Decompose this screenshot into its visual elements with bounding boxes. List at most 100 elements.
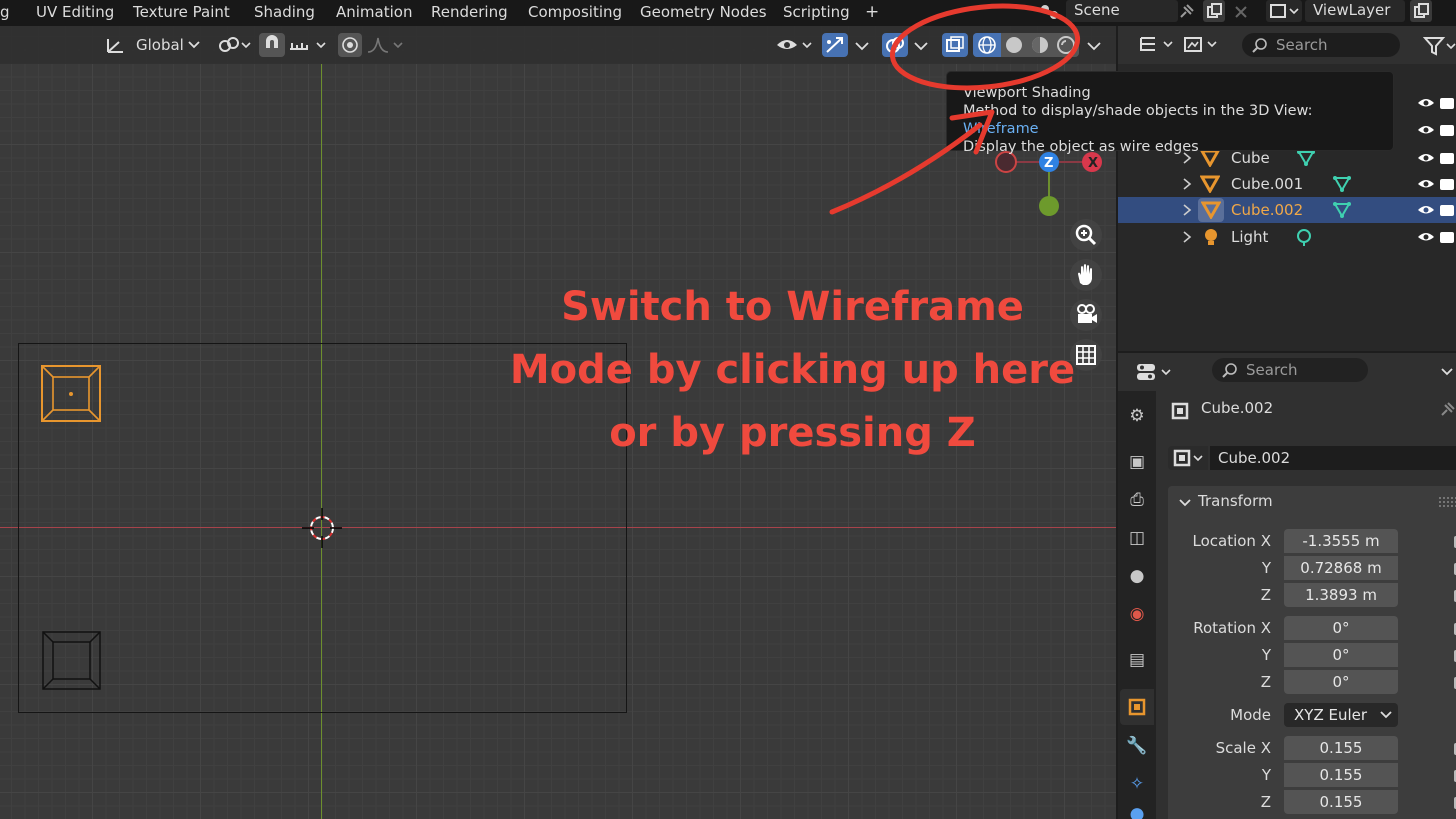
snap-toggle[interactable] <box>259 33 285 57</box>
annotation-overlay <box>829 3 1081 215</box>
properties-search-input[interactable]: Search <box>1212 358 1368 382</box>
location-z-field[interactable]: 1.3893 m <box>1284 583 1398 607</box>
expand-chevron-icon[interactable] <box>1180 230 1194 244</box>
object-name-value: Cube.002 <box>1218 449 1291 467</box>
tab-compositing[interactable]: Compositing <box>528 3 622 21</box>
chevron-down-icon <box>1380 711 1392 719</box>
outliner-header: Search <box>1118 26 1456 64</box>
tab-uv-editing[interactable]: UV Editing <box>36 3 114 21</box>
annotation-line-2: Mode by clicking up here <box>509 347 1076 393</box>
expand-chevron-icon[interactable] <box>1180 177 1194 191</box>
pin-icon[interactable] <box>1177 3 1195 21</box>
workspace-tab-bar: g UV Editing Texture Paint Shading Anima… <box>0 0 1456 26</box>
light-bulb-icon <box>1205 229 1217 245</box>
scale-z-field[interactable]: 0.155 <box>1284 790 1398 814</box>
rotation-y-field[interactable]: 0° <box>1284 643 1398 667</box>
outliner-search-input[interactable]: Search <box>1242 33 1400 57</box>
chevron-down-icon <box>188 41 200 49</box>
rotation-mode-dropdown[interactable]: XYZ Euler <box>1284 703 1398 727</box>
selected-cube-wireframe[interactable] <box>40 364 104 424</box>
collection-tab-icon[interactable]: ▤ <box>1126 649 1148 671</box>
view-layer-icon-button[interactable] <box>1266 0 1302 22</box>
tab-shading[interactable]: Shading <box>254 3 315 21</box>
mesh-object-icon <box>1200 175 1220 193</box>
duplicate-icon <box>1207 3 1222 18</box>
falloff-icon[interactable] <box>366 35 406 55</box>
row-visibility-controls <box>1418 121 1454 139</box>
filter-icon[interactable] <box>1423 35 1456 57</box>
eye-icon[interactable] <box>1418 201 1454 219</box>
view-layer-tab-icon[interactable]: ◫ <box>1126 527 1148 549</box>
outliner-item-cube-001[interactable]: Cube.001 <box>1118 171 1456 197</box>
cube-wireframe[interactable] <box>42 631 102 691</box>
output-tab-icon[interactable]: ⎙ <box>1126 489 1148 511</box>
proportional-edit-toggle[interactable] <box>338 33 362 57</box>
properties-panel: Search ⚙ ▣ ⎙ ◫ ● ◉ ▤ 🔧 ✧ ● Cube.002 Cube… <box>1118 353 1456 819</box>
pin-icon[interactable] <box>1438 401 1456 419</box>
location-z-label: Z <box>1260 586 1271 604</box>
scale-x-field[interactable]: 0.155 <box>1284 736 1398 760</box>
tab-geometry-nodes[interactable]: Geometry Nodes <box>640 3 767 21</box>
annotation-line-3: or by pressing Z <box>609 410 976 456</box>
properties-tab-bar: ⚙ ▣ ⎙ ◫ ● ◉ ▤ 🔧 ✧ ● <box>1118 391 1156 819</box>
outliner-item-light[interactable]: Light <box>1118 224 1456 250</box>
eye-icon[interactable] <box>1418 121 1454 139</box>
eye-icon <box>777 40 812 49</box>
scene-tab-icon[interactable]: ● <box>1126 565 1148 587</box>
eye-icon[interactable] <box>1418 149 1454 167</box>
active-object-highlight <box>1198 198 1224 222</box>
pivot-point-dropdown[interactable] <box>214 33 254 57</box>
tool-tab-icon[interactable]: ⚙ <box>1126 405 1148 427</box>
eye-icon[interactable] <box>1418 228 1454 246</box>
eye-icon[interactable] <box>1418 175 1454 193</box>
new-scene-button[interactable] <box>1203 0 1225 22</box>
annotation-arrow <box>829 122 983 215</box>
tab-texture-paint[interactable]: Texture Paint <box>133 3 230 21</box>
visibility-dropdown[interactable] <box>775 33 815 57</box>
object-tab-active[interactable] <box>1120 689 1154 725</box>
mesh-object-icon <box>1201 201 1221 219</box>
modifier-tab-icon[interactable]: 🔧 <box>1126 735 1148 757</box>
orientation-label: Global <box>136 36 184 54</box>
object-tab-icon <box>1128 698 1146 716</box>
rotation-z-field[interactable]: 0° <box>1284 670 1398 694</box>
world-tab-icon[interactable]: ◉ <box>1126 603 1148 625</box>
view-layer-selector[interactable]: ViewLayer <box>1305 0 1405 22</box>
eye-icon[interactable] <box>1418 94 1454 112</box>
tab-rendering[interactable]: Rendering <box>431 3 508 21</box>
rotation-mode-label: Mode <box>1230 706 1271 724</box>
physics-tab-icon[interactable]: ● <box>1126 803 1148 819</box>
location-x-field[interactable]: -1.3555 m <box>1284 529 1398 553</box>
editor-type-icon[interactable] <box>1134 360 1186 384</box>
object-name-field[interactable]: Cube.002 <box>1210 446 1456 470</box>
object-icon <box>1173 449 1203 467</box>
object-datablock-icon-button[interactable] <box>1168 446 1208 470</box>
pivot-icon <box>219 37 251 52</box>
expand-chevron-icon[interactable] <box>1180 203 1194 217</box>
close-icon[interactable] <box>1233 4 1249 20</box>
filter-type-icon[interactable] <box>1182 34 1226 56</box>
properties-search-placeholder: Search <box>1246 361 1298 379</box>
rotation-x-field[interactable]: 0° <box>1284 616 1398 640</box>
mesh-data-icon <box>1333 202 1351 218</box>
drag-handle-icon[interactable] <box>1438 496 1456 508</box>
tab-animation[interactable]: Animation <box>336 3 412 21</box>
display-mode-icon[interactable] <box>1138 34 1182 56</box>
location-y-field[interactable]: 0.72868 m <box>1284 556 1398 580</box>
scale-x-label: Scale X <box>1215 739 1271 757</box>
transform-orientation-dropdown[interactable]: Global <box>128 33 204 57</box>
proportional-edit-icon <box>342 37 358 53</box>
transform-panel-title[interactable]: Transform <box>1198 492 1273 510</box>
scale-y-field[interactable]: 0.155 <box>1284 763 1398 787</box>
outliner-item-cube-002[interactable]: Cube.002 <box>1118 197 1456 223</box>
3d-cursor-icon[interactable] <box>298 504 346 552</box>
snap-target-dropdown[interactable] <box>286 33 330 57</box>
particles-tab-icon[interactable]: ✧ <box>1126 773 1148 795</box>
annotation-text: Switch to Wireframe Mode by clicking up … <box>500 276 1085 465</box>
chevron-down-icon[interactable] <box>1178 496 1192 510</box>
render-tab-icon[interactable]: ▣ <box>1126 451 1148 473</box>
tab-layout[interactable]: g <box>0 3 10 21</box>
rotation-y-label: Y <box>1261 646 1271 664</box>
new-view-layer-button[interactable] <box>1410 0 1432 22</box>
chevron-down-icon[interactable] <box>1438 363 1456 381</box>
